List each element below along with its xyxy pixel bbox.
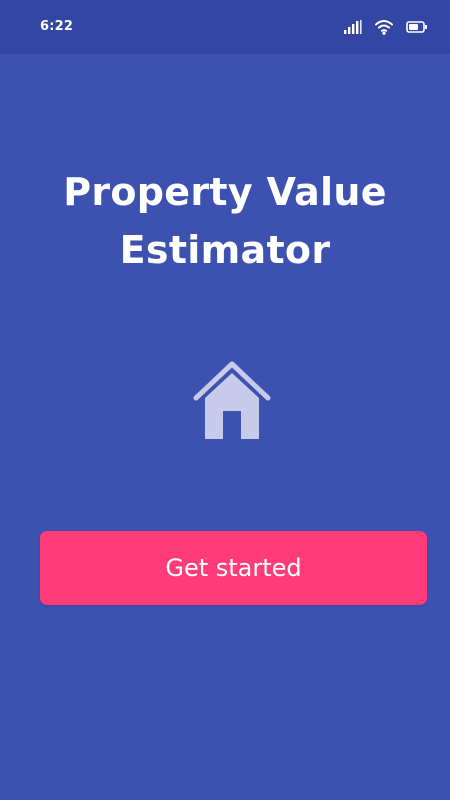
wifi-icon [374, 19, 394, 35]
get-started-label: Get started [165, 554, 302, 582]
signal-icon [344, 20, 362, 34]
battery-icon [406, 21, 428, 33]
status-bar: 6:22 [0, 0, 450, 54]
app-screen: 6:22 Property Value Estimator Get starte… [0, 0, 450, 800]
house-icon [190, 358, 274, 442]
title-line-primary: Property Value [63, 170, 387, 214]
get-started-button[interactable]: Get started [40, 531, 427, 605]
title-line-secondary: Estimator [119, 228, 331, 272]
page-title: Property Value Estimator [0, 163, 450, 279]
status-icons [344, 17, 428, 37]
status-time: 6:22 [40, 19, 74, 34]
